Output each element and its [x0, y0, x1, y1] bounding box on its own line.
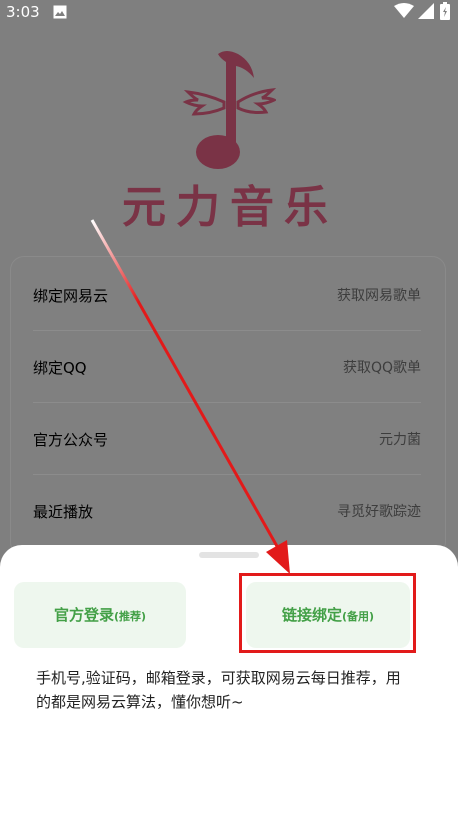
wifi-icon: [394, 3, 414, 18]
menu-item-value: 元力菌: [379, 432, 421, 448]
menu-item-value: 寻觅好歌踪迹: [337, 504, 421, 520]
menu-item-bind-qq[interactable]: 绑定QQ 获取QQ歌单: [33, 331, 421, 403]
status-bar: 3:03: [0, 0, 458, 26]
menu-item-value: 获取QQ歌单: [342, 360, 421, 376]
app-logo-text: 元力音乐: [122, 182, 338, 233]
menu-item-label: 最近播放: [33, 503, 94, 521]
official-login-button[interactable]: 官方登录(推荐): [14, 582, 186, 648]
menu-item-official-account[interactable]: 官方公众号 元力菌: [33, 403, 421, 475]
login-bottom-sheet: 官方登录(推荐) 链接绑定(备用) 手机号,验证码，邮箱登录，可获取网易云每日推…: [0, 545, 458, 820]
status-time: 3:03: [6, 3, 40, 21]
menu-item-bind-netease[interactable]: 绑定网易云 获取网易歌单: [33, 259, 421, 331]
menu-item-label: 绑定网易云: [33, 287, 109, 305]
battery-icon: [440, 2, 450, 20]
menu-card: 绑定网易云 获取网易歌单 绑定QQ 获取QQ歌单 官方公众号 元力菌 最近播放 …: [10, 256, 446, 556]
sheet-drag-handle[interactable]: [199, 552, 259, 558]
winged-music-note-icon: [182, 51, 276, 169]
highlight-annotation-box: [239, 573, 416, 653]
menu-item-recent-play[interactable]: 最近播放 寻觅好歌踪迹: [33, 475, 421, 547]
menu-item-label: 官方公众号: [33, 431, 109, 449]
image-icon: [53, 5, 67, 19]
sheet-description: 手机号,验证码，邮箱登录，可获取网易云每日推荐，用的都是网易云算法，懂你想听~: [36, 669, 401, 711]
official-login-sub: (推荐): [113, 610, 147, 623]
signal-icon: [418, 3, 434, 19]
official-login-label: 官方登录: [53, 606, 114, 624]
menu-item-value: 获取网易歌单: [337, 288, 421, 304]
menu-item-label: 绑定QQ: [33, 359, 87, 377]
